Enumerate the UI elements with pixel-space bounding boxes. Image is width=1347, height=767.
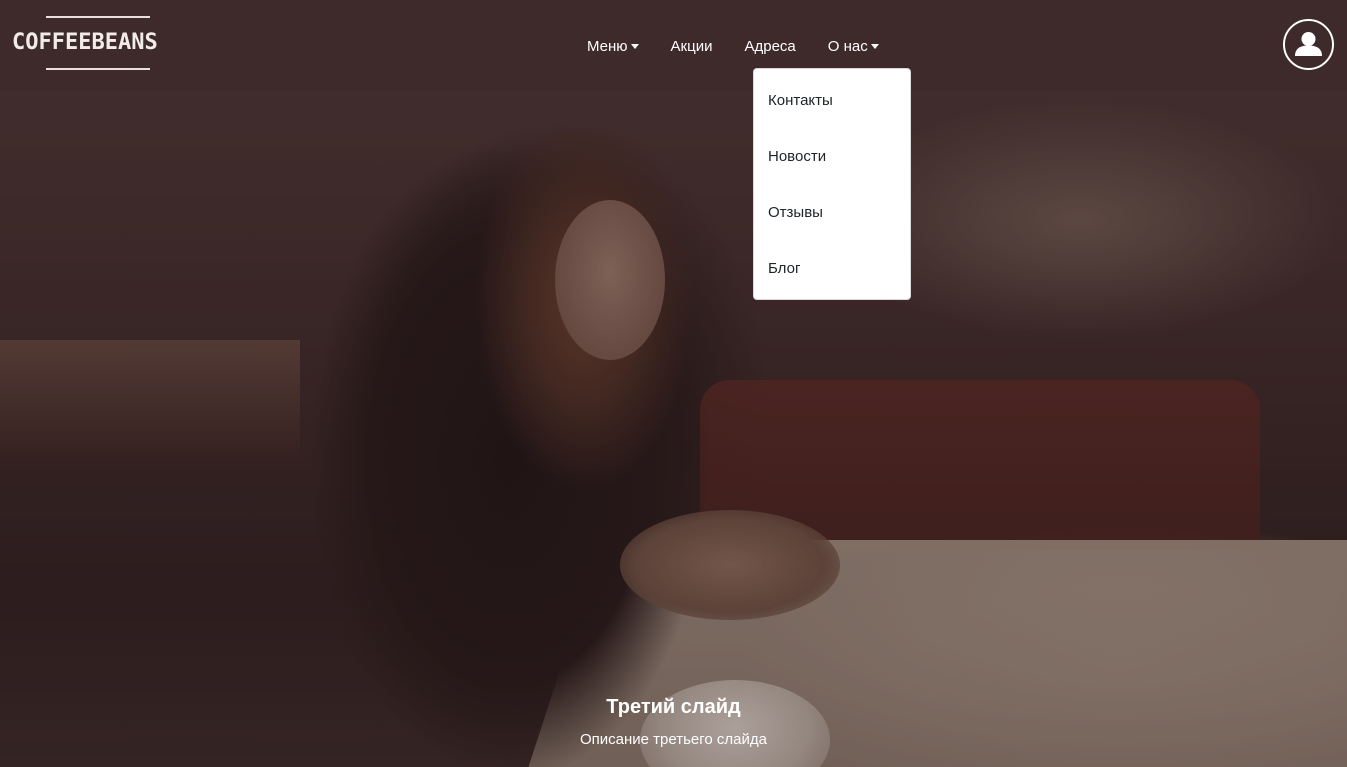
nav-item-label: О нас [827, 37, 868, 55]
hero-overlay [0, 90, 1347, 767]
nav-item-about[interactable]: О нас [828, 38, 879, 55]
hero-carousel-slide: Третий слайд Описание третьего слайда [0, 90, 1347, 767]
logo-top-rule [46, 16, 150, 18]
nav-item-label: Акции [670, 37, 713, 55]
dropdown-item-contacts[interactable]: Контакты [754, 73, 910, 129]
caret-down-icon [870, 44, 879, 49]
caret-down-icon [630, 44, 639, 49]
main-nav: Меню Акции Адреса О нас [587, 36, 879, 56]
logo-bottom-rule [46, 68, 150, 70]
nav-item-promotions[interactable]: Акции [671, 38, 713, 55]
navbar: COFFEEBEANS Меню Акции Адреса О нас [0, 0, 1347, 90]
brand-logo[interactable]: COFFEEBEANS [12, 14, 184, 72]
user-account-button[interactable] [1283, 19, 1334, 70]
dropdown-item-news[interactable]: Новости [754, 129, 910, 185]
dropdown-item-reviews[interactable]: Отзывы [754, 185, 910, 241]
dropdown-item-blog[interactable]: Блог [754, 241, 910, 297]
carousel-caption-text: Описание третьего слайда [580, 731, 767, 748]
nav-item-label: Меню [587, 37, 628, 55]
about-dropdown-menu: Контакты Новости Отзывы Блог [753, 68, 911, 300]
logo-text: COFFEEBEANS [12, 30, 158, 55]
carousel-caption-title: Третий слайд [606, 696, 741, 718]
nav-item-label: Адреса [744, 37, 796, 55]
user-icon [1295, 32, 1322, 56]
nav-item-menu[interactable]: Меню [587, 38, 639, 55]
nav-item-addresses[interactable]: Адреса [744, 38, 795, 55]
